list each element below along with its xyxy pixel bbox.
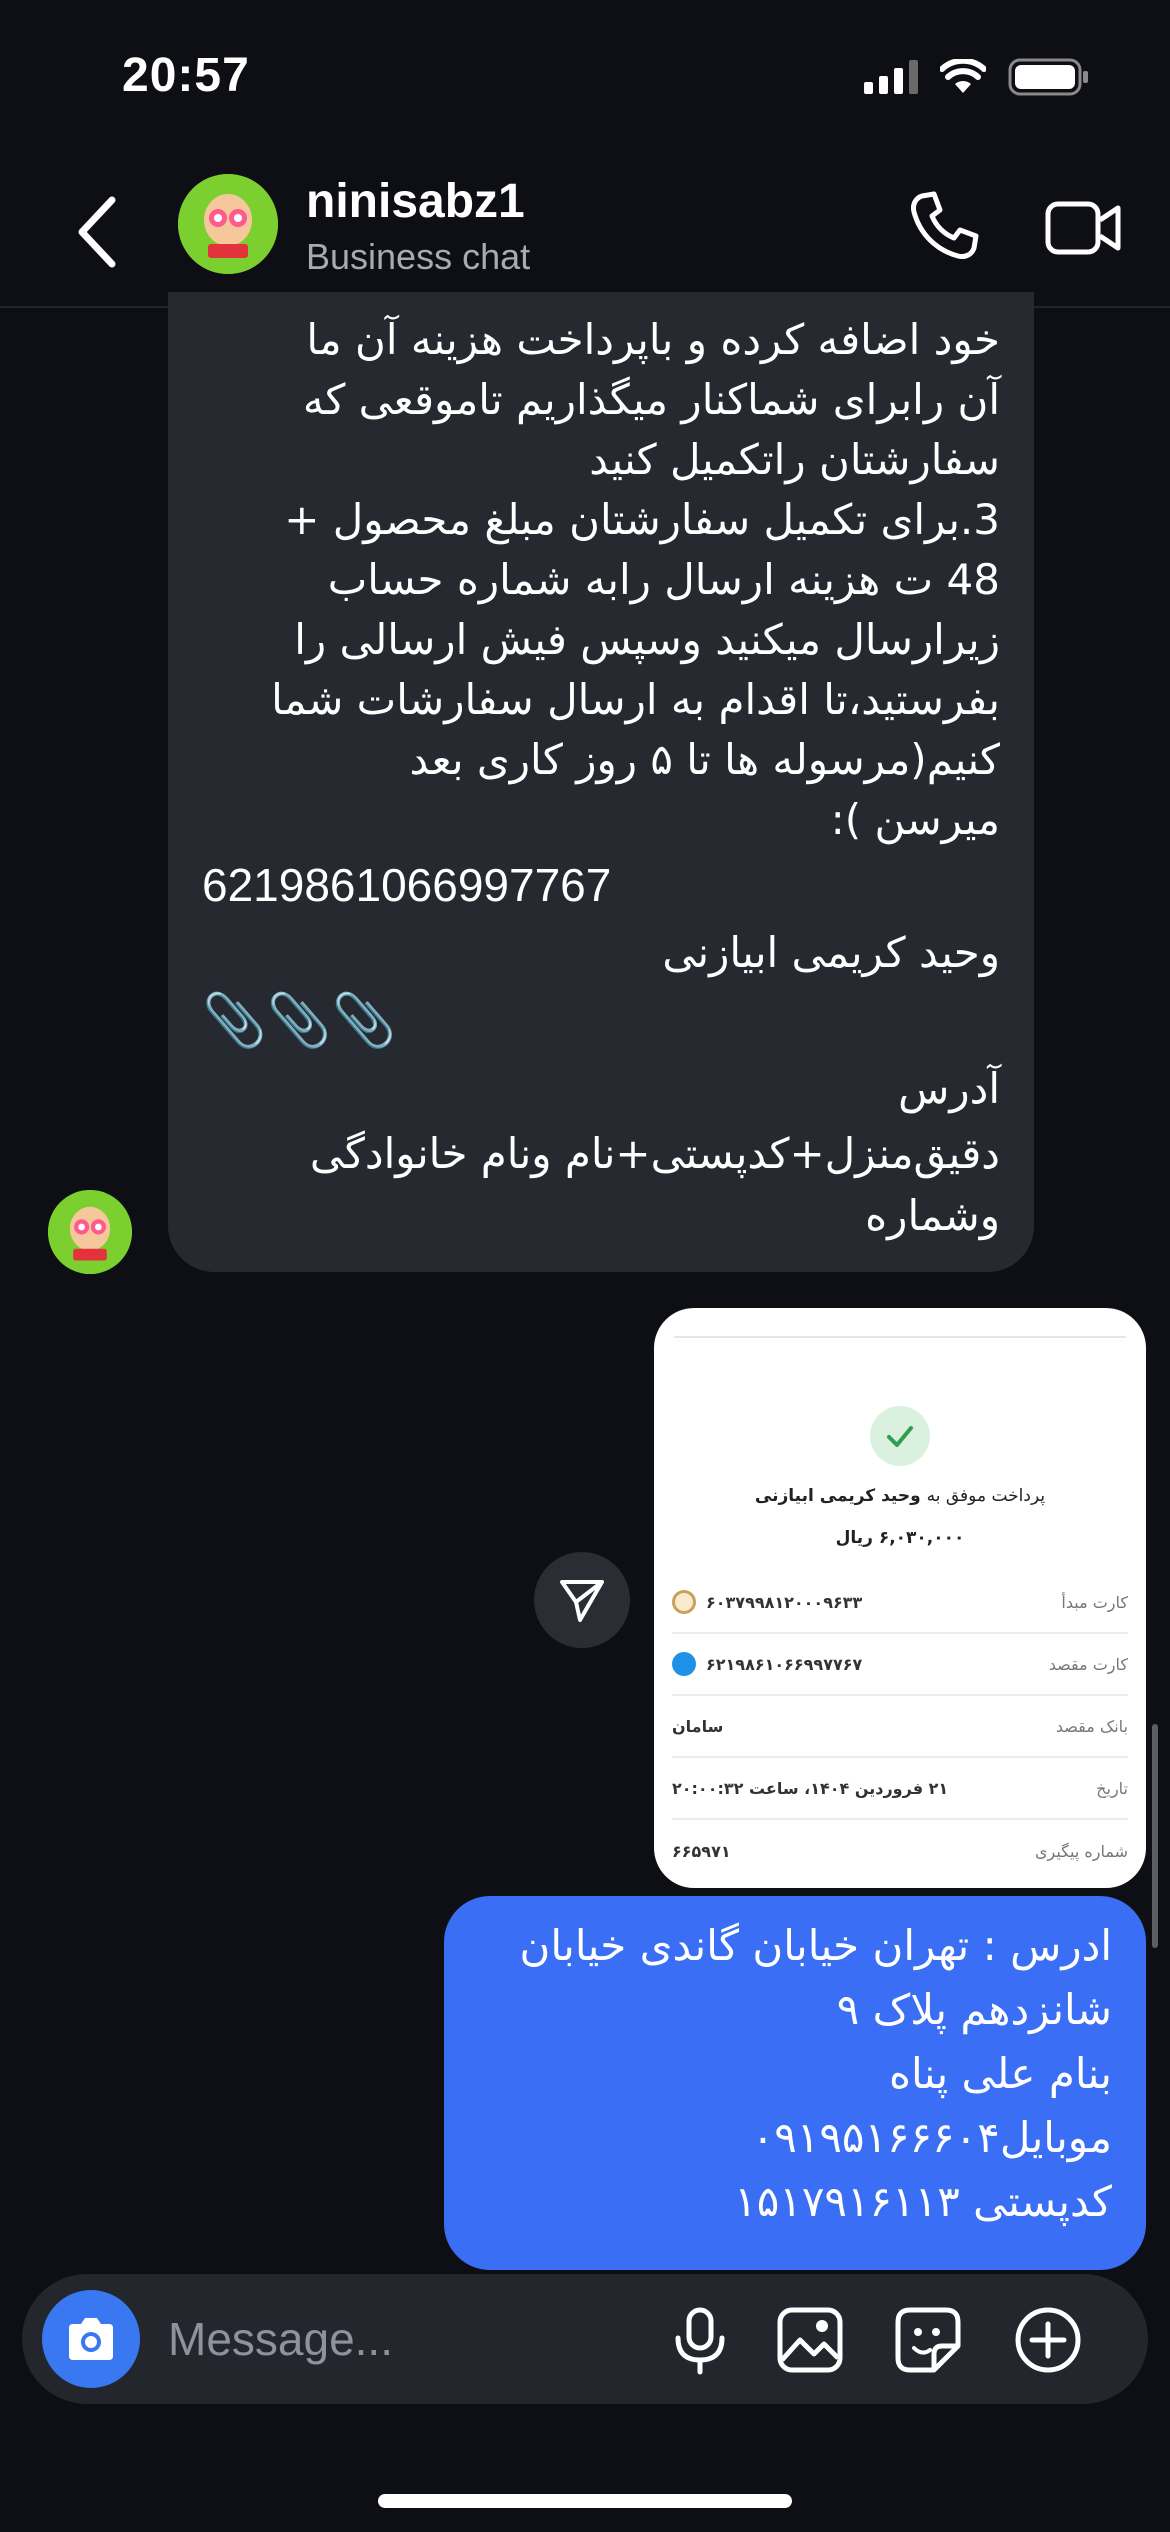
message-line: 48 ت هزینه ارسال رابه شماره حساب	[327, 555, 1000, 604]
battery-icon	[1008, 58, 1088, 96]
camera-icon	[69, 2318, 113, 2360]
back-chevron-icon[interactable]	[68, 192, 128, 272]
message-line: بنام علی پناه	[888, 2049, 1112, 2098]
receipt-title: پرداخت موفق به وحید کریمی ابیازنی	[654, 1486, 1146, 1506]
receipt-row-value: سامان	[672, 1716, 724, 1736]
sender-avatar[interactable]	[48, 1190, 132, 1274]
message-line: شانزدهم پلاک ۹	[836, 1985, 1112, 2034]
receipt-row: تاریخ ۲۱ فروردین ۱۴۰۴، ساعت ۲۰:۰۰:۳۲	[672, 1758, 1128, 1820]
message-line: سفارشتان راتکمیل کنید	[589, 435, 1000, 484]
wifi-icon	[940, 59, 986, 93]
message-input[interactable]	[168, 2304, 648, 2374]
scrollbar[interactable]	[1152, 1724, 1158, 1948]
cellular-signal-icon	[864, 60, 918, 94]
receipt-row-value: ۲۱ فروردین ۱۴۰۴، ساعت ۲۰:۰۰:۳۲	[672, 1778, 949, 1798]
receipt-row: کارت مقصد ۶۲۱۹۸۶۱۰۶۶۹۹۷۷۶۷	[672, 1634, 1128, 1696]
receipt-row-value: ۶۶۵۹۷۱	[672, 1841, 731, 1861]
receipt-row-label: بانک مقصد	[1055, 1716, 1128, 1736]
card-number: 6219861066997767	[202, 859, 612, 911]
message-line: ادرس : تهران خیابان گاندی خیابان	[519, 1921, 1113, 1970]
gallery-icon[interactable]	[774, 2304, 846, 2376]
share-button[interactable]	[534, 1552, 630, 1648]
message-line: میرسن ):	[830, 795, 1000, 844]
home-indicator[interactable]	[378, 2494, 792, 2508]
share-send-icon	[560, 1580, 604, 1622]
message-line: کدپستی ۱۵۱۷۹۱۶۱۱۳	[734, 2177, 1112, 2226]
phone-icon[interactable]	[904, 186, 984, 266]
receipt-row-label: کارت مقصد	[1048, 1654, 1128, 1674]
chat-name[interactable]: ninisabz1	[306, 174, 525, 229]
outgoing-message-bubble[interactable]: ادرس : تهران خیابان گاندی خیابان شانزدهم…	[444, 1896, 1146, 2270]
chat-header: ninisabz1 Business chat	[0, 160, 1170, 308]
status-time: 20:57	[122, 49, 250, 102]
avatar[interactable]	[178, 174, 278, 274]
message-line: کنیم(مرسوله ها تا ۵ روز کاری بعد	[409, 735, 1000, 784]
receipt-image[interactable]: پرداخت موفق به وحید کریمی ابیازنی ۶,۰۳۰,…	[654, 1308, 1146, 1888]
receipt-row: کارت مبدأ ۶۰۳۷۹۹۸۱۲۰۰۰۹۶۳۳	[672, 1572, 1128, 1634]
message-line: دقیق‌منزل+کدپستی+نام ونام خانوادگی	[309, 1129, 1000, 1178]
receipt-amount: ۶,۰۳۰,۰۰۰ ریال	[835, 1528, 965, 1548]
receipt-recipient: وحید کریمی ابیازنی	[754, 1486, 921, 1506]
video-camera-icon[interactable]	[1044, 192, 1124, 264]
message-line: آدرس	[898, 1064, 1000, 1113]
receipt-row-value: ۶۰۳۷۹۹۸۱۲۰۰۰۹۶۳۳	[672, 1590, 862, 1614]
message-line: 3.برای تکمیل سفارشتان مبلغ محصول +	[284, 495, 1000, 544]
bank-logo-icon	[672, 1652, 696, 1676]
receipt-row-value: ۶۲۱۹۸۶۱۰۶۶۹۹۷۷۶۷	[672, 1652, 862, 1676]
plus-icon[interactable]	[1012, 2304, 1084, 2376]
account-holder: وحید کریمی ابیازنی	[662, 928, 1000, 977]
microphone-icon[interactable]	[664, 2304, 736, 2376]
paperclip-icons: 📎📎📎	[202, 991, 397, 1051]
sticker-icon[interactable]	[892, 2304, 964, 2376]
chat-subtitle: Business chat	[306, 236, 531, 277]
camera-button[interactable]	[42, 2290, 140, 2388]
bank-logo-icon	[672, 1590, 696, 1614]
receipt-divider	[674, 1336, 1126, 1338]
message-line: وشماره	[865, 1191, 1000, 1240]
success-check-icon	[870, 1406, 930, 1466]
receipt-row-label: تاریخ	[1096, 1778, 1128, 1798]
message-line: آن رابرای شماکنار میگذاریم تاموقعی که	[302, 375, 1000, 424]
receipt-row: بانک مقصد سامان	[672, 1696, 1128, 1758]
status-icons	[864, 58, 1090, 96]
message-line: خود اضافه کرده و باپرداخت هزینه آن ما	[306, 315, 1000, 364]
receipt-row-label: شماره پیگیری	[1034, 1841, 1128, 1861]
receipt-value-text: ۶۲۱۹۸۶۱۰۶۶۹۹۷۷۶۷	[706, 1654, 863, 1674]
receipt-title-prefix: پرداخت موفق به	[926, 1486, 1046, 1506]
message-composer	[22, 2274, 1148, 2404]
incoming-message-bubble[interactable]: خود اضافه کرده و باپرداخت هزینه آن ما آن…	[168, 292, 1034, 1272]
receipt-row-label: کارت مبدأ	[1061, 1592, 1128, 1612]
message-line: موبایل۰۹۱۹۵۱۶۶۶۰۴	[751, 2113, 1112, 2162]
receipt-row: شماره پیگیری ۶۶۵۹۷۱	[672, 1820, 1128, 1882]
message-line: بفرستید،تا اقدام به ارسال سفارشات شما	[271, 675, 1000, 724]
message-line: زیرارسال میکنید وسپس فیش ارسالی را	[294, 615, 1000, 664]
receipt-value-text: ۶۰۳۷۹۹۸۱۲۰۰۰۹۶۳۳	[706, 1592, 863, 1612]
